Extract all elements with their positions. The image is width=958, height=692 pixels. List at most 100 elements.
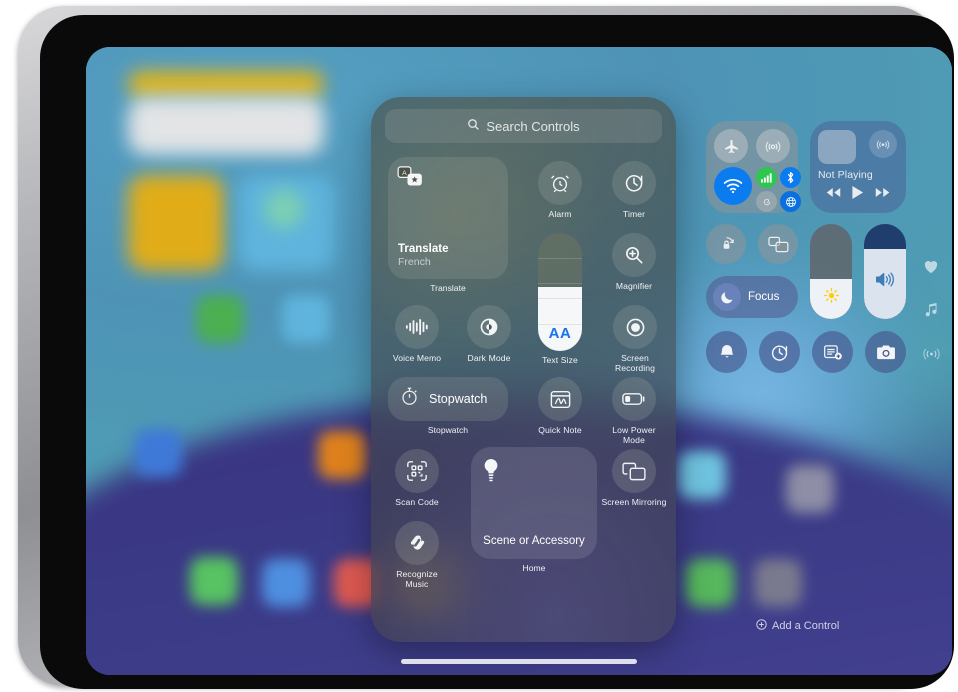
search-controls-field[interactable]: Search Controls xyxy=(385,109,662,143)
ipad-device-frame: Not Playing Focus Add a Control Search C… xyxy=(18,6,954,689)
blurred-app-icon xyxy=(318,431,366,479)
qr-scan-icon xyxy=(395,449,439,493)
gallery-item-screen-recording[interactable]: Screen Recording xyxy=(603,305,667,373)
dark-mode-icon xyxy=(467,305,511,349)
gallery-label-alarm: Alarm xyxy=(548,209,572,219)
gallery-item-translate[interactable]: A Translate French Translate xyxy=(388,157,508,293)
airdrop-toggle[interactable] xyxy=(756,129,790,163)
gallery-label-screen-mirroring: Screen Mirroring xyxy=(601,497,667,507)
airplay-audio-icon[interactable] xyxy=(869,130,897,158)
home-tile-title: Scene or Accessory xyxy=(483,535,585,547)
add-a-control-button[interactable]: Add a Control xyxy=(756,619,839,633)
home-indicator xyxy=(401,659,637,664)
text-size-slider-fill: AA xyxy=(538,287,582,351)
blurred-app-icon xyxy=(262,559,310,607)
gallery-item-text-size[interactable]: AA Text Size xyxy=(531,233,589,365)
volume-slider-fill xyxy=(864,248,906,319)
gallery-label-home: Home xyxy=(522,563,546,573)
blurred-app-icon xyxy=(282,295,330,343)
blurred-widget-card xyxy=(128,97,324,155)
hotspot-toggle[interactable] xyxy=(756,191,777,212)
gallery-label-recognize-music: Recognize Music xyxy=(396,569,438,590)
timer-quick-action[interactable] xyxy=(759,331,800,373)
quick-note-quick-action[interactable] xyxy=(812,331,853,373)
device-bezel: Not Playing Focus Add a Control Search C… xyxy=(40,15,954,689)
blurred-widget-inner-circle xyxy=(264,189,304,229)
gallery-label-scan-code: Scan Code xyxy=(395,497,439,507)
media-status-label: Not Playing xyxy=(818,169,873,181)
gallery-label-text-size: Text Size xyxy=(542,355,578,365)
broadcast-icon xyxy=(922,347,940,361)
search-icon xyxy=(467,118,480,134)
gallery-label-low-power-mode: Low Power Mode xyxy=(612,425,656,446)
edge-glyph-column xyxy=(914,259,948,361)
gallery-item-recognize-music[interactable]: Recognize Music xyxy=(387,521,447,589)
focus-label: Focus xyxy=(748,291,780,303)
add-a-control-label: Add a Control xyxy=(772,620,840,632)
magnifier-icon xyxy=(612,233,656,277)
gallery-item-home[interactable]: Scene or Accessory Home xyxy=(471,447,597,573)
stopwatch-icon xyxy=(399,386,420,412)
gallery-item-low-power-mode[interactable]: Low Power Mode xyxy=(601,377,667,445)
aa-icon: AA xyxy=(548,325,572,342)
control-center-cluster: Not Playing Focus xyxy=(706,121,906,373)
gallery-item-quick-note[interactable]: Quick Note xyxy=(531,377,589,435)
blurred-widget-banner xyxy=(128,71,324,97)
quick-actions-row xyxy=(706,331,906,373)
cellular-toggle[interactable] xyxy=(756,167,777,188)
screen-mirroring-toggle[interactable] xyxy=(758,224,798,264)
rewind-icon[interactable] xyxy=(826,187,841,198)
brightness-slider-fill xyxy=(810,279,852,319)
blurred-app-icon xyxy=(190,557,238,605)
gallery-label-magnifier: Magnifier xyxy=(615,281,653,291)
gallery-item-screen-mirroring[interactable]: Screen Mirroring xyxy=(601,449,667,507)
volume-slider[interactable] xyxy=(864,224,906,319)
play-icon[interactable] xyxy=(851,185,864,200)
gallery-label-screen-recording: Screen Recording xyxy=(614,353,656,374)
svg-text:A: A xyxy=(402,170,407,177)
stopwatch-tile-title: Stopwatch xyxy=(429,392,488,406)
gallery-item-magnifier[interactable]: Magnifier xyxy=(605,233,663,291)
fast-forward-icon[interactable] xyxy=(875,187,890,198)
camera-quick-action[interactable] xyxy=(865,331,906,373)
gallery-label-stopwatch: Stopwatch xyxy=(427,425,469,435)
gallery-item-dark-mode[interactable]: Dark Mode xyxy=(457,305,521,363)
translate-tile-subtitle: French xyxy=(398,255,431,268)
text-size-slider[interactable]: AA xyxy=(538,233,582,351)
quick-note-icon xyxy=(538,377,582,421)
blurred-app-icon xyxy=(754,559,802,607)
bluetooth-toggle[interactable] xyxy=(780,167,801,188)
translate-tile-title: Translate xyxy=(398,242,449,255)
heart-icon xyxy=(923,259,939,274)
gallery-label-translate: Translate xyxy=(430,283,466,293)
brightness-slider[interactable] xyxy=(810,224,852,319)
alarm-quick-action[interactable] xyxy=(706,331,747,373)
gallery-item-timer[interactable]: Timer xyxy=(605,161,663,219)
moon-icon xyxy=(713,283,741,311)
gallery-label-timer: Timer xyxy=(622,209,646,219)
blurred-app-icon xyxy=(786,465,834,513)
waveform-icon xyxy=(395,305,439,349)
airplane-mode-toggle[interactable] xyxy=(714,129,748,163)
controls-gallery-panel: Search Controls A Translate French Trans… xyxy=(371,97,676,642)
shazam-icon xyxy=(395,521,439,565)
connectivity-module[interactable] xyxy=(706,121,801,213)
alarm-clock-icon xyxy=(538,161,582,205)
focus-toggle[interactable]: Focus xyxy=(706,276,798,318)
wifi-toggle[interactable] xyxy=(714,167,752,205)
gallery-item-stopwatch[interactable]: Stopwatch Stopwatch xyxy=(388,377,508,435)
gallery-item-scan-code[interactable]: Scan Code xyxy=(387,449,447,507)
lightbulb-icon xyxy=(482,458,586,489)
gallery-item-voice-memo[interactable]: Voice Memo xyxy=(385,305,449,363)
media-playback-module[interactable]: Not Playing xyxy=(810,121,906,213)
blurred-app-icon xyxy=(134,429,182,477)
blurred-widget-yellow xyxy=(128,175,224,271)
gallery-item-alarm[interactable]: Alarm xyxy=(531,161,589,219)
translate-icon: A xyxy=(397,166,499,193)
vpn-globe-toggle[interactable] xyxy=(780,191,801,212)
rotation-lock-toggle[interactable] xyxy=(706,224,746,264)
device-screen: Not Playing Focus Add a Control Search C… xyxy=(86,47,952,675)
record-icon xyxy=(613,305,657,349)
music-note-icon xyxy=(924,302,939,319)
blurred-app-icon xyxy=(686,559,734,607)
